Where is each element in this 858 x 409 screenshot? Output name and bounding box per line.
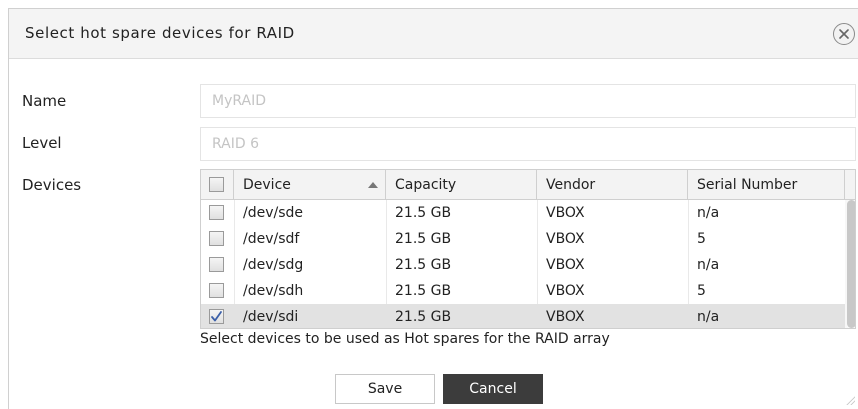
cell-device: /dev/sde xyxy=(243,205,304,221)
devices-table: Device Capacity Vendor Serial Number /de… xyxy=(200,169,856,329)
cell-vendor: VBOX xyxy=(546,231,585,247)
name-label: Name xyxy=(22,92,67,110)
table-row[interactable]: /dev/sdf 21.5 GB VBOX 5 xyxy=(201,226,845,252)
column-header-label: Serial Number xyxy=(697,177,798,193)
dialog-titlebar: Select hot spare devices for RAID xyxy=(9,9,858,59)
level-field[interactable] xyxy=(200,127,856,161)
table-row[interactable]: /dev/sdg 21.5 GB VBOX n/a xyxy=(201,252,845,278)
column-header-label: Device xyxy=(243,177,291,193)
cell-device: /dev/sdi xyxy=(243,309,299,325)
cell-serial: 5 xyxy=(697,283,706,299)
table-row[interactable]: /dev/sde 21.5 GB VBOX n/a xyxy=(201,200,845,226)
cell-serial: 5 xyxy=(697,231,706,247)
cell-capacity: 21.5 GB xyxy=(395,231,452,247)
row-checkbox[interactable] xyxy=(209,257,224,272)
devices-label: Devices xyxy=(22,176,82,194)
close-button[interactable] xyxy=(833,23,855,45)
cell-capacity: 21.5 GB xyxy=(395,283,452,299)
row-checkbox[interactable] xyxy=(209,205,224,220)
column-header-vendor[interactable]: Vendor xyxy=(537,170,688,200)
cell-vendor: VBOX xyxy=(546,205,585,221)
cell-capacity: 21.5 GB xyxy=(395,205,452,221)
name-field[interactable] xyxy=(200,84,856,118)
column-header-serial-number[interactable]: Serial Number xyxy=(688,170,845,200)
cell-capacity: 21.5 GB xyxy=(395,257,452,273)
table-scrollbar[interactable] xyxy=(845,200,855,328)
cell-vendor: VBOX xyxy=(546,257,585,273)
cell-serial: n/a xyxy=(697,257,720,273)
devices-hint: Select devices to be used as Hot spares … xyxy=(200,331,610,347)
cell-capacity: 21.5 GB xyxy=(395,309,452,325)
raid-hot-spare-dialog: Select hot spare devices for RAID Name L… xyxy=(8,8,858,409)
cancel-button[interactable]: Cancel xyxy=(443,374,543,404)
column-header-capacity[interactable]: Capacity xyxy=(386,170,537,200)
column-header-label: Capacity xyxy=(395,177,457,193)
table-row[interactable]: /dev/sdh 21.5 GB VBOX 5 xyxy=(201,278,845,304)
sort-ascending-icon[interactable] xyxy=(368,182,378,188)
column-header-label: Vendor xyxy=(546,177,596,193)
cell-vendor: VBOX xyxy=(546,309,585,325)
select-all-cell xyxy=(201,170,234,200)
column-header-device[interactable]: Device xyxy=(234,170,386,200)
cell-serial: n/a xyxy=(697,205,720,221)
row-checkbox[interactable] xyxy=(209,231,224,246)
checkmark-icon xyxy=(211,311,222,322)
cell-serial: n/a xyxy=(697,309,720,325)
save-button[interactable]: Save xyxy=(335,374,435,404)
dialog-title: Select hot spare devices for RAID xyxy=(25,24,295,42)
row-checkbox[interactable] xyxy=(209,309,224,324)
level-label: Level xyxy=(22,134,62,152)
select-all-checkbox[interactable] xyxy=(209,177,224,192)
table-row[interactable]: /dev/sdi 21.5 GB VBOX n/a xyxy=(201,304,845,328)
table-header: Device Capacity Vendor Serial Number xyxy=(201,170,855,200)
close-icon xyxy=(839,29,849,39)
cell-device: /dev/sdf xyxy=(243,231,300,247)
cell-device: /dev/sdg xyxy=(243,257,304,273)
cell-vendor: VBOX xyxy=(546,283,585,299)
row-checkbox[interactable] xyxy=(209,283,224,298)
cell-device: /dev/sdh xyxy=(243,283,304,299)
resize-handle[interactable] xyxy=(845,395,855,405)
scrollbar-thumb[interactable] xyxy=(847,200,855,328)
